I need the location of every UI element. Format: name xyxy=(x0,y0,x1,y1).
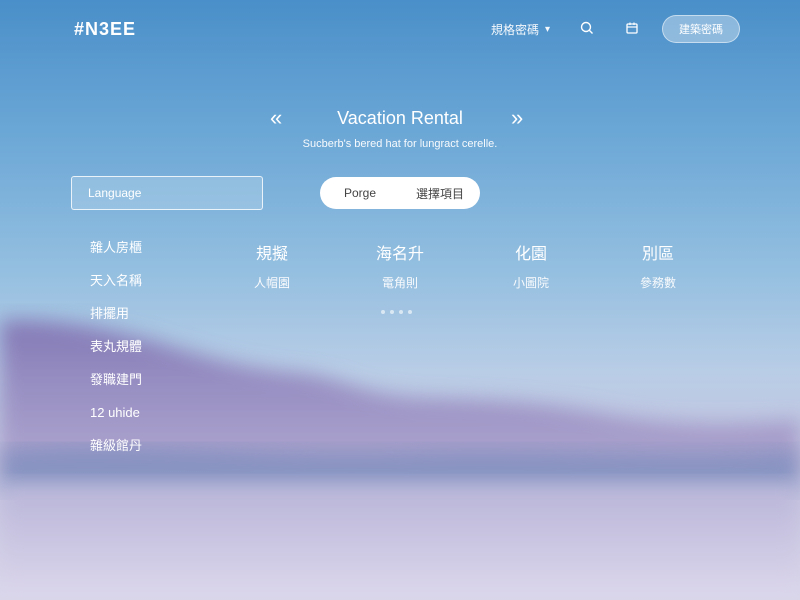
search-icon xyxy=(580,21,593,34)
header-action-button[interactable]: 建築密碼 xyxy=(662,15,740,43)
page-subtitle: Sucberb's bered hat for lungract cerelle… xyxy=(302,138,498,150)
sidebar-item[interactable]: 12 uhide xyxy=(90,403,142,436)
toggle-option-right[interactable]: 選擇項目 xyxy=(400,185,480,202)
category-column[interactable]: 化園 小圖院 xyxy=(491,240,571,291)
page-title: Vacation Rental xyxy=(337,108,463,128)
view-toggle: Porge 選擇項目 xyxy=(320,177,480,209)
category-subtext: 電角則 xyxy=(381,276,418,290)
toggle-option-left[interactable]: Porge xyxy=(320,186,400,200)
sidebar-item[interactable]: 雜級館丹 xyxy=(90,436,142,469)
category-heading: 規擬 xyxy=(255,246,288,263)
category-column[interactable]: 規擬 人帽園 xyxy=(232,240,312,291)
region-dropdown-label: 規格密碼 xyxy=(491,23,540,37)
prev-arrow-button[interactable]: « xyxy=(270,106,282,130)
pagination-dot[interactable] xyxy=(408,310,412,314)
category-column[interactable]: 別區 參務數 xyxy=(618,240,698,291)
pagination-dot[interactable] xyxy=(399,310,403,314)
search-button[interactable] xyxy=(577,18,597,38)
next-arrow-button[interactable]: » xyxy=(511,106,523,130)
sidebar-menu: 雜人房櫃 天入名稱 排擺用 表丸規體 發職建門 12 uhide 雜級館丹 xyxy=(90,238,142,469)
sidebar-item[interactable]: 表丸規體 xyxy=(90,337,142,370)
category-heading: 化園 xyxy=(514,246,547,263)
top-navigation-bar: #N3EE 規格密碼 ▾ 建築密碼 xyxy=(0,0,800,60)
category-heading: 海名升 xyxy=(375,246,424,263)
pagination-dots xyxy=(381,310,412,314)
logo[interactable]: #N3EE xyxy=(74,19,136,40)
category-subtext: 人帽園 xyxy=(253,276,290,290)
language-input[interactable] xyxy=(71,176,263,210)
calendar-button[interactable] xyxy=(622,18,642,38)
category-column[interactable]: 海名升 電角則 xyxy=(360,240,440,291)
pagination-dot[interactable] xyxy=(381,310,385,314)
sidebar-item[interactable]: 發職建門 xyxy=(90,370,142,403)
category-heading: 別區 xyxy=(641,246,674,263)
region-dropdown[interactable]: 規格密碼 ▾ xyxy=(491,21,550,38)
sidebar-item[interactable]: 天入名稱 xyxy=(90,271,142,304)
category-subtext: 小圖院 xyxy=(512,276,549,290)
pagination-dot[interactable] xyxy=(390,310,394,314)
sidebar-item[interactable]: 雜人房櫃 xyxy=(90,238,142,271)
calendar-icon xyxy=(626,22,638,34)
chevron-down-icon: ▾ xyxy=(545,24,551,35)
category-subtext: 參務數 xyxy=(639,276,676,290)
sidebar-item[interactable]: 排擺用 xyxy=(90,304,142,337)
